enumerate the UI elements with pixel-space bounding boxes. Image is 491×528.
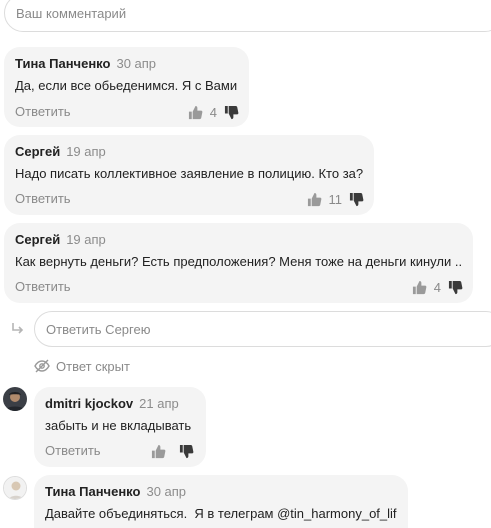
reply-date: 30 апр <box>146 484 187 499</box>
reply-date: 21 апр <box>139 396 179 411</box>
comment-date: 30 апр <box>116 56 157 71</box>
avatar[interactable] <box>3 476 27 500</box>
thumb-up-icon[interactable] <box>412 279 428 295</box>
hidden-reply-note[interactable]: Ответ скрыт <box>34 358 130 374</box>
reply-button[interactable]: Ответить <box>15 104 71 119</box>
reply-button[interactable]: Ответить <box>45 443 101 458</box>
reply-text: забыть и не вкладывать <box>45 418 192 433</box>
thumb-down-icon[interactable] <box>348 191 364 207</box>
reply-card: Тина Панченко 30 апр Давайте объединяться… <box>34 475 408 528</box>
reply-text: Давайте объединяться. Я в телеграм @tin_… <box>45 506 397 521</box>
reply-button[interactable]: Ответить <box>15 191 71 206</box>
reply-input[interactable]: Ответить Сергею <box>34 311 491 347</box>
reply-arrow-icon <box>10 321 26 337</box>
hidden-reply-label: Ответ скрыт <box>56 358 130 374</box>
comment-date: 19 апр <box>66 232 106 247</box>
comment-text: Да, если все обьеденимся. Я с Вами <box>15 78 238 93</box>
comment-text: Надо писать коллективное заявление в пол… <box>15 166 364 181</box>
eye-off-icon <box>34 358 50 374</box>
reply-author[interactable]: Тина Панченко <box>45 484 140 499</box>
thumb-up-icon[interactable] <box>150 443 166 459</box>
comment-author[interactable]: Сергей <box>15 144 60 159</box>
comment-card: Сергей 19 апр Надо писать коллективное за… <box>4 135 374 215</box>
comment-card: Сергей 19 апр Как вернуть деньги? Есть пр… <box>4 223 473 303</box>
comment-date: 19 апр <box>66 144 106 159</box>
reply-button[interactable]: Ответить <box>15 279 71 294</box>
comment-input-placeholder: Ваш комментарий <box>16 5 127 21</box>
thumb-up-icon[interactable] <box>307 191 323 207</box>
like-count: 11 <box>328 191 343 207</box>
vote-controls: 4 <box>188 104 239 120</box>
comment-card: Тина Панченко 30 апр Да, если все обьеден… <box>4 47 249 127</box>
vote-controls: 4 <box>412 279 463 295</box>
vote-controls: 11 <box>307 191 365 207</box>
like-count: 4 <box>433 279 441 295</box>
thumb-down-icon[interactable] <box>447 279 463 295</box>
like-count: 4 <box>209 104 217 120</box>
avatar[interactable] <box>3 387 27 411</box>
comment-author[interactable]: Тина Панченко <box>15 56 110 71</box>
thumb-down-icon[interactable] <box>178 443 194 459</box>
thumb-up-icon[interactable] <box>188 104 204 120</box>
comment-text: Как вернуть деньги? Есть предположения? … <box>15 254 463 269</box>
thumb-down-icon[interactable] <box>223 104 239 120</box>
reply-input-placeholder: Ответить Сергею <box>46 321 151 337</box>
vote-controls <box>150 443 194 459</box>
comment-author[interactable]: Сергей <box>15 232 60 247</box>
reply-author[interactable]: dmitri kjockov <box>45 396 133 411</box>
comment-input[interactable]: Ваш комментарий <box>4 0 491 32</box>
reply-card: dmitri kjockov 21 апр забыть и не вкладыв… <box>34 387 206 467</box>
